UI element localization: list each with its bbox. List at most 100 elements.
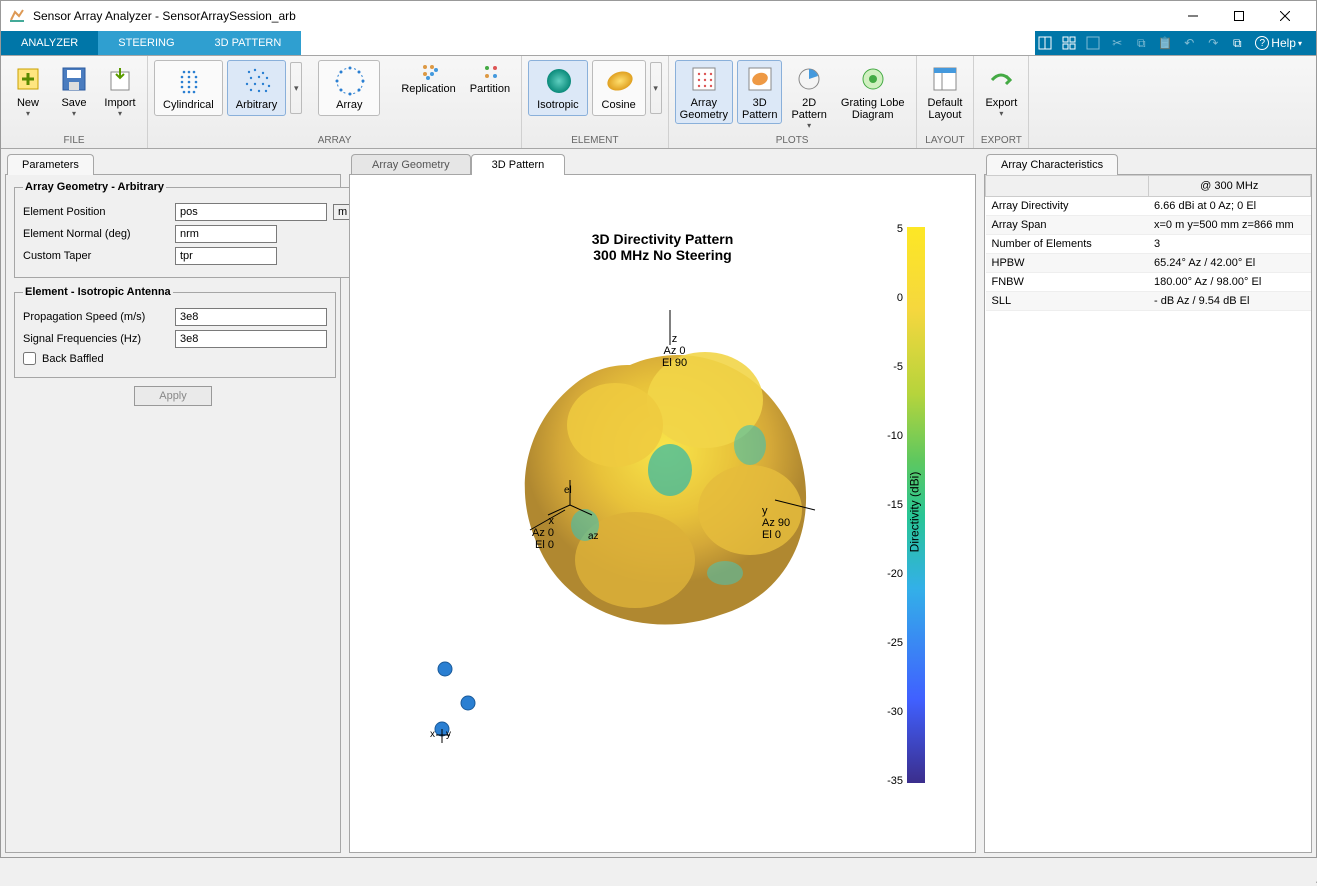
axis-el-label: el (564, 485, 572, 496)
tab-analyzer[interactable]: ANALYZER (1, 31, 98, 55)
axis-y-label: yAz 90El 0 (762, 505, 790, 541)
axis-az-label: az (588, 531, 599, 542)
help-label: Help (1271, 36, 1296, 50)
table-row: Array Spanx=0 m y=500 mm z=866 mm (986, 216, 1311, 235)
redo-icon[interactable]: ↷ (1203, 33, 1223, 53)
table-row: SLL- dB Az / 9.54 dB El (986, 292, 1311, 311)
export-button[interactable]: Export▾ (980, 60, 1022, 121)
tile-icon[interactable] (1059, 33, 1079, 53)
save-button[interactable]: Save▾ (53, 60, 95, 121)
apply-button[interactable]: Apply (134, 386, 212, 406)
label-propagation-speed: Propagation Speed (m/s) (23, 311, 169, 323)
help-button[interactable]: ?Help▾ (1251, 36, 1306, 50)
cut-icon[interactable]: ✂ (1107, 33, 1127, 53)
tab-array-geometry-view[interactable]: Array Geometry (351, 154, 471, 175)
copy-icon[interactable]: ⧉ (1131, 33, 1151, 53)
plot-title: 3D Directivity Pattern (350, 231, 975, 247)
layout-icon[interactable] (1035, 33, 1055, 53)
colorbar-label: Directivity (dBi) (908, 472, 922, 553)
element-gallery-dropdown[interactable]: ▾ (650, 62, 662, 114)
close-button[interactable] (1262, 1, 1308, 31)
table-row: Number of Elements3 (986, 235, 1311, 254)
characteristics-panel: Array Characteristics @ 300 MHz Array Di… (980, 149, 1316, 857)
label-back-baffled: Back Baffled (42, 353, 104, 365)
group-label-export: EXPORT (981, 133, 1022, 146)
ribbon-group-layout: Default Layout LAYOUT (917, 56, 975, 148)
arbitrary-button[interactable]: Arbitrary (227, 60, 287, 116)
geometry-inset (420, 655, 500, 755)
array-gallery-dropdown[interactable]: ▾ (290, 62, 302, 114)
axis-x-label: xAz 0El 0 (532, 515, 554, 551)
plot-area[interactable]: 3D Directivity Pattern 300 MHz No Steeri… (349, 174, 976, 853)
label-custom-taper: Custom Taper (23, 250, 169, 262)
axis-z-label: zAz 0El 90 (662, 333, 687, 369)
main-area: Parameters Array Geometry - Arbitrary El… (1, 149, 1316, 857)
legend-element: Element - Isotropic Antenna (23, 286, 173, 298)
group-label-layout: LAYOUT (925, 133, 964, 146)
legend-geometry: Array Geometry - Arbitrary (23, 181, 166, 193)
table-row: HPBW65.24° Az / 42.00° El (986, 254, 1311, 273)
ribbon-group-element: Isotropic Cosine ▾ ELEMENT (522, 56, 669, 148)
ribbon-group-file: New▾ Save▾ Import▾ FILE (1, 56, 148, 148)
parameters-panel: Parameters Array Geometry - Arbitrary El… (1, 149, 345, 857)
ribbon-group-export: Export▾ EXPORT ▴ (974, 56, 1029, 148)
windows-icon[interactable]: ⧉ (1227, 33, 1247, 53)
cylindrical-button[interactable]: Cylindrical (154, 60, 223, 116)
partition-button[interactable]: Partition (465, 60, 515, 98)
group-label-file: FILE (63, 133, 84, 146)
titlebar: Sensor Array Analyzer - SensorArraySessi… (1, 1, 1316, 31)
element-position-input[interactable] (175, 203, 327, 221)
grating-lobe-button[interactable]: Grating Lobe Diagram (836, 60, 910, 124)
table-row: FNBW180.00° Az / 98.00° El (986, 273, 1311, 292)
group-label-plots: PLOTS (776, 133, 809, 146)
2d-pattern-button[interactable]: 2D Pattern▾ (786, 60, 831, 133)
ribbon-tabs: ANALYZER STEERING 3D PATTERN ✂ ⧉ 📋 ↶ ↷ ⧉… (1, 31, 1316, 56)
propagation-speed-input[interactable] (175, 308, 327, 326)
geom-y-label: y (446, 729, 451, 740)
colorbar-ticks: 50-5-10-15-20-25-30-35 (887, 223, 903, 787)
plot-subtitle: 300 MHz No Steering (350, 247, 975, 263)
geom-x-label: x (430, 729, 435, 740)
label-signal-frequencies: Signal Frequencies (Hz) (23, 333, 169, 345)
signal-frequencies-input[interactable] (175, 330, 327, 348)
undo-icon[interactable]: ↶ (1179, 33, 1199, 53)
cosine-button[interactable]: Cosine (592, 60, 646, 116)
import-button[interactable]: Import▾ (99, 60, 141, 121)
app-window: Sensor Array Analyzer - SensorArraySessi… (0, 0, 1317, 858)
tab-parameters[interactable]: Parameters (7, 154, 94, 175)
element-normal-input[interactable] (175, 225, 277, 243)
maximize-button[interactable] (1216, 1, 1262, 31)
array-button[interactable]: Array (318, 60, 380, 116)
group-label-array: ARRAY (318, 133, 352, 146)
ribbon: New▾ Save▾ Import▾ FILE Cylindrical Arbi… (1, 56, 1316, 149)
label-element-normal: Element Normal (deg) (23, 228, 169, 240)
save-icon[interactable] (1083, 33, 1103, 53)
label-element-position: Element Position (23, 206, 169, 218)
fieldset-element: Element - Isotropic Antenna Propagation … (14, 286, 336, 378)
tab-3d-pattern[interactable]: 3D PATTERN (195, 31, 302, 55)
tab-3d-pattern-view[interactable]: 3D Pattern (471, 154, 566, 175)
quick-access-toolbar: ✂ ⧉ 📋 ↶ ↷ ⧉ ?Help▾ (1035, 31, 1316, 55)
ribbon-group-array: Cylindrical Arbitrary ▾ Array Replicatio… (148, 56, 522, 148)
paste-icon[interactable]: 📋 (1155, 33, 1175, 53)
window-title: Sensor Array Analyzer - SensorArraySessi… (33, 9, 1170, 23)
characteristics-table: @ 300 MHz Array Directivity6.66 dBi at 0… (985, 175, 1311, 311)
tab-steering[interactable]: STEERING (98, 31, 194, 55)
isotropic-button[interactable]: Isotropic (528, 60, 588, 116)
minimize-button[interactable] (1170, 1, 1216, 31)
app-logo-icon (9, 8, 25, 24)
custom-taper-input[interactable] (175, 247, 277, 265)
default-layout-button[interactable]: Default Layout (923, 60, 968, 124)
table-row: Array Directivity6.66 dBi at 0 Az; 0 El (986, 197, 1311, 216)
new-button[interactable]: New▾ (7, 60, 49, 121)
tab-array-characteristics[interactable]: Array Characteristics (986, 154, 1118, 175)
3d-pattern-button[interactable]: 3D Pattern (737, 60, 782, 124)
ribbon-group-plots: Array Geometry 3D Pattern 2D Pattern▾ Gr… (669, 56, 917, 148)
fieldset-array-geometry: Array Geometry - Arbitrary Element Posit… (14, 181, 380, 278)
center-panel: Array Geometry 3D Pattern 3D Directivity… (345, 149, 980, 857)
char-header: @ 300 MHz (1148, 176, 1311, 197)
array-geometry-button[interactable]: Array Geometry (675, 60, 733, 124)
replication-button[interactable]: Replication (396, 60, 460, 98)
back-baffled-checkbox[interactable] (23, 352, 36, 365)
group-label-element: ELEMENT (571, 133, 618, 146)
